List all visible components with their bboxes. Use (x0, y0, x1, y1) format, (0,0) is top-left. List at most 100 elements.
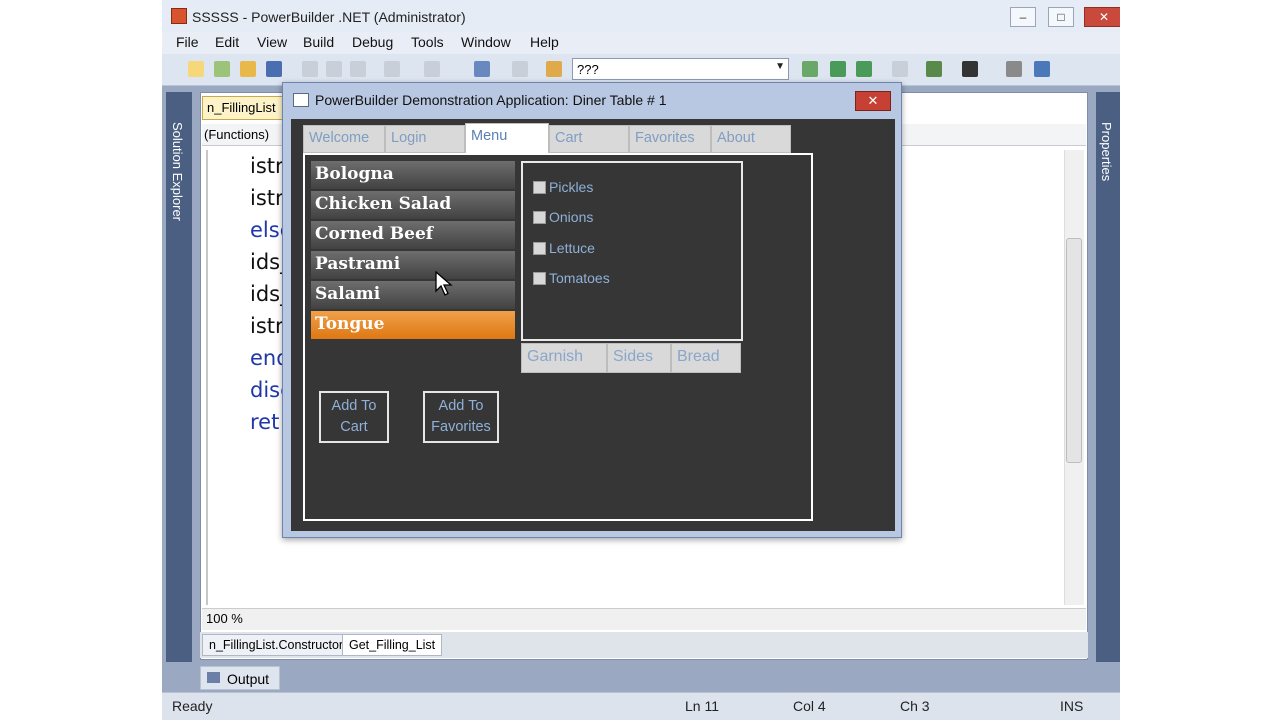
output-icon (207, 672, 220, 683)
redo-icon[interactable] (424, 61, 440, 77)
menu-window[interactable]: Window (461, 34, 511, 50)
tab-garnish[interactable]: Garnish (521, 343, 607, 373)
option-pickles[interactable]: Pickles (533, 179, 593, 195)
menu-help[interactable]: Help (530, 34, 559, 50)
menu-view[interactable]: View (257, 34, 287, 50)
menu-tab-content: Bologna Chicken Salad Corned Beef Pastra… (303, 153, 813, 521)
properties-tab[interactable]: Properties (1096, 92, 1120, 662)
run-icon[interactable] (512, 61, 528, 77)
document-tab-label: n_FillingList (207, 100, 276, 115)
dialog-close-button[interactable]: ✕ (855, 91, 891, 111)
functions-label: (Functions) (204, 127, 270, 142)
stop-icon[interactable] (892, 61, 908, 77)
browse-icon[interactable] (546, 61, 562, 77)
zoom-level[interactable]: 100 % (206, 611, 243, 626)
main-tabs: Welcome Login Menu Cart Favorites About (303, 123, 791, 155)
add-to-favorites-button[interactable]: Add To Favorites (423, 391, 499, 443)
code-line[interactable]: ret (250, 410, 279, 434)
tab-welcome[interactable]: Welcome (303, 125, 385, 153)
tab-bread-label: Bread (677, 348, 720, 365)
list-item[interactable]: Bologna (311, 161, 515, 189)
list-item-selected[interactable]: Tongue (311, 311, 515, 339)
tab-favorites[interactable]: Favorites (629, 125, 711, 153)
debug-icon[interactable] (926, 61, 942, 77)
checkbox[interactable] (533, 242, 546, 255)
new-icon[interactable] (188, 61, 204, 77)
close-button[interactable]: ✕ (1084, 7, 1120, 27)
horizontal-scrollbar[interactable] (202, 608, 1086, 630)
minimize-button[interactable]: – (1010, 7, 1036, 27)
tab-garnish-label: Garnish (527, 348, 584, 365)
tab-welcome-label: Welcome (309, 130, 370, 146)
tab-constructor[interactable]: n_FillingList.Constructor (202, 634, 351, 656)
deploy-icon[interactable] (474, 61, 490, 77)
copy-icon[interactable] (326, 61, 342, 77)
list-item[interactable]: Salami (311, 281, 515, 309)
tab-constructor-label: n_FillingList.Constructor (209, 638, 344, 652)
solution-explorer-tab[interactable]: Solution Explorer (166, 92, 192, 662)
output-tab[interactable]: Output (200, 666, 280, 690)
add-to-cart-button[interactable]: Add To Cart (319, 391, 389, 443)
dialog-title: PowerBuilder Demonstration Application: … (315, 92, 667, 108)
menu-edit[interactable]: Edit (215, 34, 239, 50)
ide-title: SSSSS - PowerBuilder .NET (Administrator… (192, 9, 466, 25)
editor-bottom-tabs: n_FillingList.Constructor Get_Filling_Li… (200, 632, 1088, 658)
document-tab[interactable]: n_FillingList (202, 96, 288, 120)
add-to-cart-label: Add To Cart (331, 398, 377, 435)
tab-get-filling-list[interactable]: Get_Filling_List (342, 634, 443, 656)
options-panel: Pickles Onions Lettuce Tomatoes (521, 161, 743, 341)
tab-favorites-label: Favorites (635, 130, 695, 146)
list-item[interactable]: Chicken Salad (311, 191, 515, 219)
undo-icon[interactable] (384, 61, 400, 77)
tab-menu-label: Menu (471, 128, 508, 144)
scrollbar-thumb[interactable] (1066, 238, 1082, 463)
tab-sides-label: Sides (613, 348, 654, 365)
powerbuilder-app-icon (171, 8, 187, 24)
maximize-button[interactable]: □ (1048, 7, 1074, 27)
add-item-icon[interactable] (214, 61, 230, 77)
checkbox[interactable] (533, 272, 546, 285)
option-label: Lettuce (549, 240, 595, 256)
code-gutter (206, 150, 240, 605)
menu-file[interactable]: File (176, 34, 199, 50)
tab-cart[interactable]: Cart (549, 125, 629, 153)
option-lettuce[interactable]: Lettuce (533, 240, 595, 256)
status-line: Ln 11 (685, 698, 719, 714)
code-line[interactable]: istr (250, 186, 284, 210)
save-icon[interactable] (266, 61, 282, 77)
checkbox[interactable] (533, 181, 546, 194)
search-icon[interactable] (830, 61, 846, 77)
window-icon[interactable] (1034, 61, 1050, 77)
open-folder-icon[interactable] (240, 61, 256, 77)
list-item[interactable]: Corned Beef (311, 221, 515, 249)
dialog-body: Welcome Login Menu Cart Favorites About … (291, 119, 895, 531)
status-ready: Ready (172, 698, 213, 714)
tab-menu[interactable]: Menu (465, 123, 549, 155)
build-icon[interactable] (802, 61, 818, 77)
tab-about[interactable]: About (711, 125, 791, 153)
paste-icon[interactable] (350, 61, 366, 77)
option-tomatoes[interactable]: Tomatoes (533, 270, 610, 286)
find-icon[interactable] (856, 61, 872, 77)
tab-login[interactable]: Login (385, 125, 465, 153)
cut-icon[interactable] (302, 61, 318, 77)
output-label: Output (227, 671, 270, 687)
menu-debug[interactable]: Debug (352, 34, 393, 50)
status-bar: Ready Ln 11 Col 4 Ch 3 INS (162, 692, 1120, 720)
tab-login-label: Login (391, 130, 427, 146)
database-icon[interactable] (1006, 61, 1022, 77)
menu-tools[interactable]: Tools (411, 34, 444, 50)
tab-about-label: About (717, 130, 755, 146)
tab-sides[interactable]: Sides (607, 343, 671, 373)
list-item[interactable]: Pastrami (311, 251, 515, 279)
status-ins: INS (1060, 698, 1084, 714)
menu-build[interactable]: Build (303, 34, 334, 50)
code-line[interactable]: istr (250, 314, 284, 338)
toolbar-combo[interactable]: ??? ▼ (572, 58, 789, 80)
run-person-icon[interactable] (962, 61, 978, 77)
tab-bread[interactable]: Bread (671, 343, 741, 373)
checkbox[interactable] (533, 211, 546, 224)
code-line[interactable]: istr (250, 154, 284, 178)
tab-cart-label: Cart (555, 130, 583, 146)
option-onions[interactable]: Onions (533, 209, 593, 225)
